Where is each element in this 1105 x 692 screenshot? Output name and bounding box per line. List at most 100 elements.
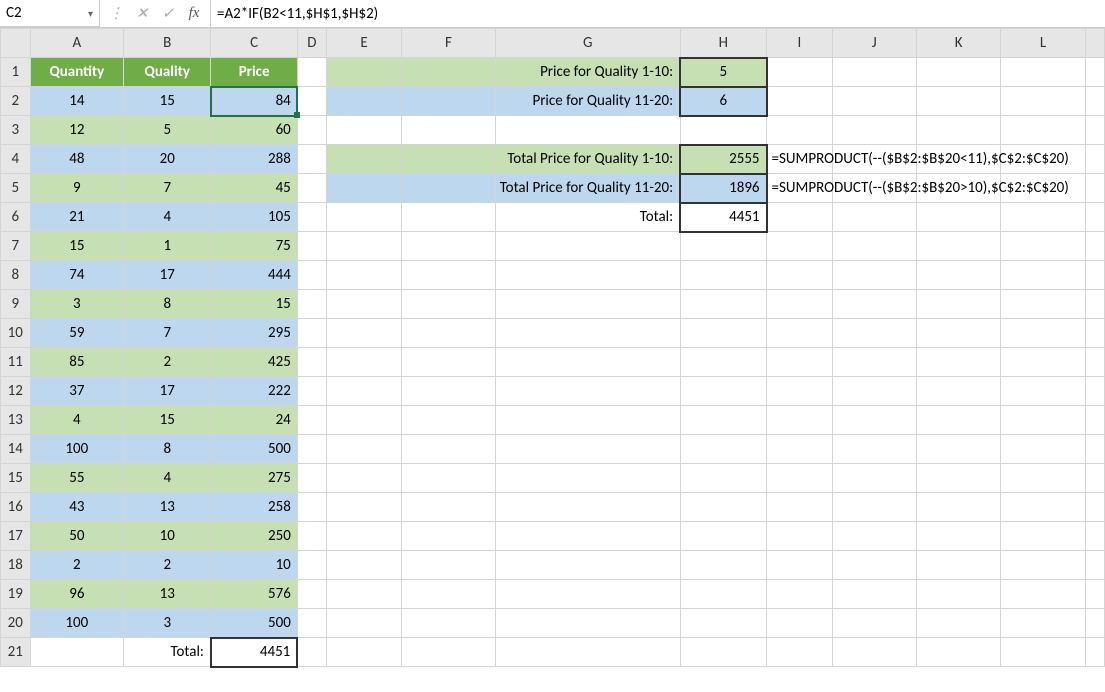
cell-I15[interactable] [767, 464, 833, 493]
cell-H13[interactable] [680, 406, 766, 435]
cell-A7[interactable]: 15 [30, 232, 124, 261]
cell-J13[interactable] [832, 406, 916, 435]
col-header-L[interactable]: L [1001, 29, 1085, 58]
cell-E1[interactable] [326, 58, 401, 87]
row-header-21[interactable]: 21 [1, 638, 31, 667]
cell-K2[interactable] [916, 87, 1000, 116]
row-header-16[interactable]: 16 [1, 493, 31, 522]
cell-I11[interactable] [767, 348, 833, 377]
cell-B13[interactable]: 15 [124, 406, 211, 435]
row-header-3[interactable]: 3 [1, 116, 31, 145]
cell-E9[interactable] [326, 290, 401, 319]
cell-E19[interactable] [326, 580, 401, 609]
cell-F9[interactable] [402, 290, 496, 319]
cell-G1[interactable]: Price for Quality 1-10: [495, 58, 680, 87]
cell-I2[interactable] [767, 87, 833, 116]
cell-A17[interactable]: 50 [30, 522, 124, 551]
cell-D2[interactable] [297, 87, 326, 116]
cell-I4[interactable]: =SUMPRODUCT(--($B$2:$B$20<11),$C$2:$C$20… [767, 145, 833, 174]
cell-A5[interactable]: 9 [30, 174, 124, 203]
cell-G2[interactable]: Price for Quality 11-20: [495, 87, 680, 116]
cell-K3[interactable] [916, 116, 1000, 145]
col-header-D[interactable]: D [297, 29, 326, 58]
cell-D9[interactable] [297, 290, 326, 319]
cell-M15[interactable] [1085, 464, 1104, 493]
row-header-9[interactable]: 9 [1, 290, 31, 319]
cell-B17[interactable]: 10 [124, 522, 211, 551]
cell-G14[interactable] [495, 435, 680, 464]
cell-J12[interactable] [832, 377, 916, 406]
cell-M5[interactable] [1085, 174, 1104, 203]
cell-E4[interactable] [326, 145, 401, 174]
cell-J16[interactable] [832, 493, 916, 522]
cell-D13[interactable] [297, 406, 326, 435]
cell-L21[interactable] [1001, 638, 1085, 667]
cell-D16[interactable] [297, 493, 326, 522]
cell-G19[interactable] [495, 580, 680, 609]
cell-B19[interactable]: 13 [124, 580, 211, 609]
cell-E11[interactable] [326, 348, 401, 377]
cell-J6[interactable] [832, 203, 916, 232]
cell-L16[interactable] [1001, 493, 1085, 522]
cell-G20[interactable] [495, 609, 680, 638]
cell-H11[interactable] [680, 348, 766, 377]
cell-A14[interactable]: 100 [30, 435, 124, 464]
cell-H6[interactable]: 4451 [680, 203, 766, 232]
cell-E2[interactable] [326, 87, 401, 116]
cell-I18[interactable] [767, 551, 833, 580]
cell-A16[interactable]: 43 [30, 493, 124, 522]
cell-F12[interactable] [402, 377, 496, 406]
cell-G3[interactable] [495, 116, 680, 145]
cell-M11[interactable] [1085, 348, 1104, 377]
row-header-13[interactable]: 13 [1, 406, 31, 435]
cell-J21[interactable] [832, 638, 916, 667]
cell-K14[interactable] [916, 435, 1000, 464]
cell-K16[interactable] [916, 493, 1000, 522]
cell-E13[interactable] [326, 406, 401, 435]
cell-H14[interactable] [680, 435, 766, 464]
cell-D8[interactable] [297, 261, 326, 290]
cell-J2[interactable] [832, 87, 916, 116]
cell-E18[interactable] [326, 551, 401, 580]
cell-L17[interactable] [1001, 522, 1085, 551]
cell-H1[interactable]: 5 [680, 58, 766, 87]
cell-A19[interactable]: 96 [30, 580, 124, 609]
cell-A12[interactable]: 37 [30, 377, 124, 406]
cell-L11[interactable] [1001, 348, 1085, 377]
cell-E15[interactable] [326, 464, 401, 493]
cell-L10[interactable] [1001, 319, 1085, 348]
row-header-10[interactable]: 10 [1, 319, 31, 348]
cell-L3[interactable] [1001, 116, 1085, 145]
cell-E21[interactable] [326, 638, 401, 667]
cell-F8[interactable] [402, 261, 496, 290]
cell-F13[interactable] [402, 406, 496, 435]
row-header-17[interactable]: 17 [1, 522, 31, 551]
cell-F4[interactable] [402, 145, 496, 174]
cell-D18[interactable] [297, 551, 326, 580]
cell-E16[interactable] [326, 493, 401, 522]
name-box[interactable]: C2 ▾ [0, 0, 100, 27]
cell-C1[interactable]: Price [211, 58, 297, 87]
cell-F17[interactable] [402, 522, 496, 551]
cell-H2[interactable]: 6 [680, 87, 766, 116]
cell-G17[interactable] [495, 522, 680, 551]
cell-K19[interactable] [916, 580, 1000, 609]
cell-D1[interactable] [297, 58, 326, 87]
cell-C7[interactable]: 75 [211, 232, 297, 261]
spreadsheet-grid[interactable]: A B C D E F G H I J K L 1 Quantity Quali… [0, 28, 1105, 668]
cell-K1[interactable] [916, 58, 1000, 87]
cell-B16[interactable]: 13 [124, 493, 211, 522]
cell-J15[interactable] [832, 464, 916, 493]
cell-J19[interactable] [832, 580, 916, 609]
cell-C13[interactable]: 24 [211, 406, 297, 435]
cell-I12[interactable] [767, 377, 833, 406]
col-header-K[interactable]: K [916, 29, 1000, 58]
cell-I21[interactable] [767, 638, 833, 667]
cell-M2[interactable] [1085, 87, 1104, 116]
name-box-dropdown-icon[interactable]: ▾ [88, 7, 93, 20]
cell-I14[interactable] [767, 435, 833, 464]
fx-icon[interactable]: fx [182, 3, 206, 25]
cell-A10[interactable]: 59 [30, 319, 124, 348]
row-header-18[interactable]: 18 [1, 551, 31, 580]
cell-D3[interactable] [297, 116, 326, 145]
